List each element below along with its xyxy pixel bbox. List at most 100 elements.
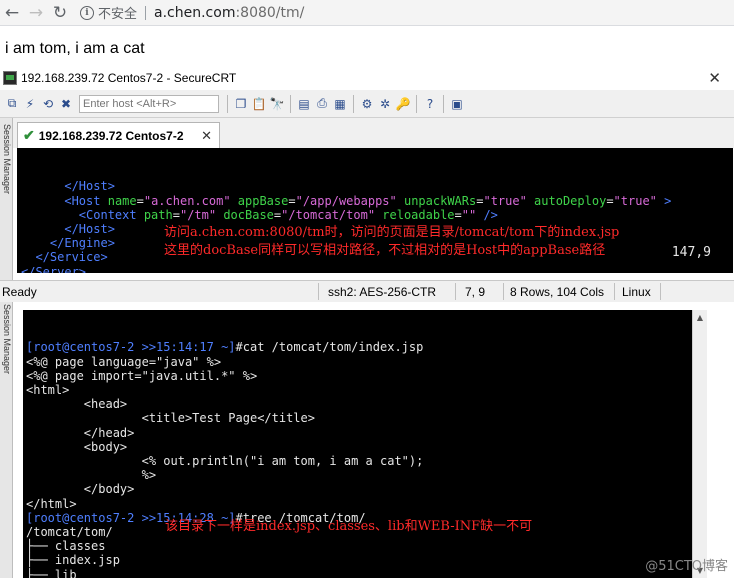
- window-gutter: [707, 302, 734, 578]
- status-os: Linux: [622, 285, 651, 299]
- terminal-indent: [21, 208, 79, 222]
- terminal-token: ├── index.jsp: [26, 553, 120, 568]
- toolbar-divider: [227, 94, 228, 113]
- terminal-token: </head>: [26, 425, 135, 440]
- terminal-token: <%@ page language="java" %>: [26, 354, 222, 369]
- session-tab-bar: ✔ 192.168.239.72 Centos7-2 ✕: [13, 118, 734, 148]
- terminal-token: <title>Test Page</title>: [26, 411, 315, 426]
- status-divider: [455, 283, 456, 300]
- terminal-token: =: [288, 193, 296, 208]
- status-divider: [503, 283, 504, 300]
- cursor-position-readout: 147,9: [671, 245, 711, 260]
- security-label: 不安全: [98, 7, 138, 22]
- terminal-token: "": [461, 207, 477, 222]
- terminal-indent: [21, 250, 35, 264]
- terminal-token: <Host: [64, 193, 108, 208]
- arrow-left-icon: ←: [4, 2, 20, 23]
- status-divider: [660, 283, 661, 300]
- terminal-line: [root@centos7-2 >>15:14:17 ~]#cat /tomca…: [26, 340, 692, 354]
- print-selection-icon[interactable]: ▦: [332, 96, 348, 112]
- terminal-line: <html>: [26, 383, 692, 397]
- reload-button[interactable]: ↻: [48, 1, 72, 25]
- terminal-line: </html>: [26, 497, 692, 511]
- terminal-token: "a.chen.com": [143, 193, 231, 208]
- terminal-token: =: [454, 207, 462, 222]
- print-setup-icon[interactable]: ▤: [296, 96, 312, 112]
- securecrt-toolbar: ⧉ ⚡ ⟲ ✖ ❐ 📋 🔭 ▤ ⎙ ▦ ⚙ ✲ 🔑 ? ▣: [0, 90, 734, 118]
- session-manager-label: Session Manager: [2, 124, 12, 195]
- global-options-icon[interactable]: ✲: [377, 96, 393, 112]
- terminal-token: />: [476, 207, 498, 222]
- session-options-icon[interactable]: ⚙: [359, 96, 375, 112]
- terminal-pane-bottom[interactable]: [root@centos7-2 >>15:14:17 ~]#cat /tomca…: [23, 310, 692, 578]
- reconnect-icon[interactable]: ⟲: [40, 96, 56, 112]
- info-icon[interactable]: i: [80, 5, 94, 20]
- terminal-token: =: [172, 207, 180, 222]
- terminal-token: <head>: [26, 397, 128, 412]
- terminal-token: <% out.println("i am tom, i am a cat");: [26, 454, 424, 469]
- browser-toolbar: ← → ↻ i 不安全 a.chen.com:8080/tm/: [0, 0, 734, 26]
- terminal-token: </body>: [26, 482, 135, 497]
- reload-icon: ↻: [52, 2, 68, 23]
- find-icon[interactable]: 🔭: [269, 96, 285, 112]
- terminal-output: [root@centos7-2 >>15:14:17 ~]#cat /tomca…: [26, 340, 692, 578]
- terminal-line: <body>: [26, 440, 692, 454]
- terminal-token: [root@centos7-2 >>15:14:17 ~]: [26, 340, 236, 355]
- sftp-icon[interactable]: ▣: [449, 96, 465, 112]
- securecrt-app-icon: [3, 70, 17, 85]
- back-button[interactable]: ←: [0, 1, 24, 25]
- terminal-line: ├── lib: [26, 568, 692, 578]
- terminal-line: <head>: [26, 397, 692, 411]
- toolbar-divider: [443, 94, 444, 113]
- help-icon[interactable]: ?: [422, 96, 438, 112]
- window-title: 192.168.239.72 Centos7-2 - SecureCRT: [21, 70, 237, 85]
- terminal-token: <Context: [78, 207, 144, 222]
- print-icon[interactable]: ⎙: [314, 96, 330, 112]
- terminal-token: "/app/webapps": [295, 193, 397, 208]
- status-divider: [614, 283, 615, 300]
- terminal-token: reloadable: [375, 207, 455, 222]
- address-bar[interactable]: i 不安全 a.chen.com:8080/tm/: [80, 2, 304, 24]
- scroll-up-arrow-icon[interactable]: ▲: [693, 310, 707, 325]
- session-manager-strip[interactable]: Session Manager Session Manager: [0, 118, 13, 578]
- annotation-text: 这里的docBase同样可以写相对路径，不过相对的是Host中的appBase路…: [164, 243, 606, 258]
- connect-icon[interactable]: ⧉: [4, 96, 20, 112]
- copy-icon[interactable]: ❐: [233, 96, 249, 112]
- toolbar-divider: [416, 94, 417, 113]
- terminal-pane-top[interactable]: </Host> <Host name="a.chen.com" appBase=…: [17, 148, 733, 273]
- terminal-indent: [21, 222, 64, 236]
- forward-button[interactable]: →: [24, 1, 48, 25]
- terminal-line: ├── classes: [26, 539, 692, 553]
- terminal-line: <%@ page import="java.util.*" %>: [26, 369, 692, 383]
- tab-close-icon[interactable]: ✕: [201, 128, 212, 144]
- terminal-line: </Server>: [21, 265, 733, 273]
- enter-host-input[interactable]: [79, 94, 219, 113]
- window-close-button[interactable]: ✕: [708, 69, 721, 87]
- url-host: a.chen.com: [154, 4, 236, 21]
- status-size: 8 Rows, 104 Cols: [510, 285, 605, 299]
- terminal-line: ├── index.jsp: [26, 553, 692, 567]
- toolbar-divider: [290, 94, 291, 113]
- terminal-token: docBase: [216, 207, 274, 222]
- securecrt-title-bar: 192.168.239.72 Centos7-2 - SecureCRT ✕: [0, 65, 734, 90]
- disconnect-icon[interactable]: ✖: [58, 96, 74, 112]
- paste-icon[interactable]: 📋: [251, 96, 267, 112]
- keymap-icon[interactable]: 🔑: [395, 96, 411, 112]
- status-cursor: 7, 9: [465, 285, 486, 299]
- terminal-scrollbar[interactable]: ▲ ▼: [692, 310, 707, 578]
- session-tab[interactable]: ✔ 192.168.239.72 Centos7-2 ✕: [17, 122, 220, 148]
- quick-connect-icon[interactable]: ⚡: [22, 96, 38, 112]
- terminal-token: path: [143, 207, 173, 222]
- toolbar-divider: [353, 94, 354, 113]
- terminal-indent: [21, 194, 64, 208]
- annotation-text: 访问a.chen.com:8080/tm时，访问的页面是目录/tomcat/to…: [164, 225, 620, 240]
- terminal-indent: [21, 236, 50, 250]
- terminal-token: </Engine>: [49, 236, 115, 251]
- terminal-line: <title>Test Page</title>: [26, 411, 692, 425]
- omnibox-divider: [145, 5, 147, 20]
- terminal-token: "true": [613, 193, 657, 208]
- terminal-token: </Server>: [21, 264, 87, 273]
- page-body-text: i am tom, i am a cat: [5, 40, 145, 57]
- terminal-token: </html>: [26, 496, 77, 511]
- watermark: @51CTO博客: [645, 559, 728, 574]
